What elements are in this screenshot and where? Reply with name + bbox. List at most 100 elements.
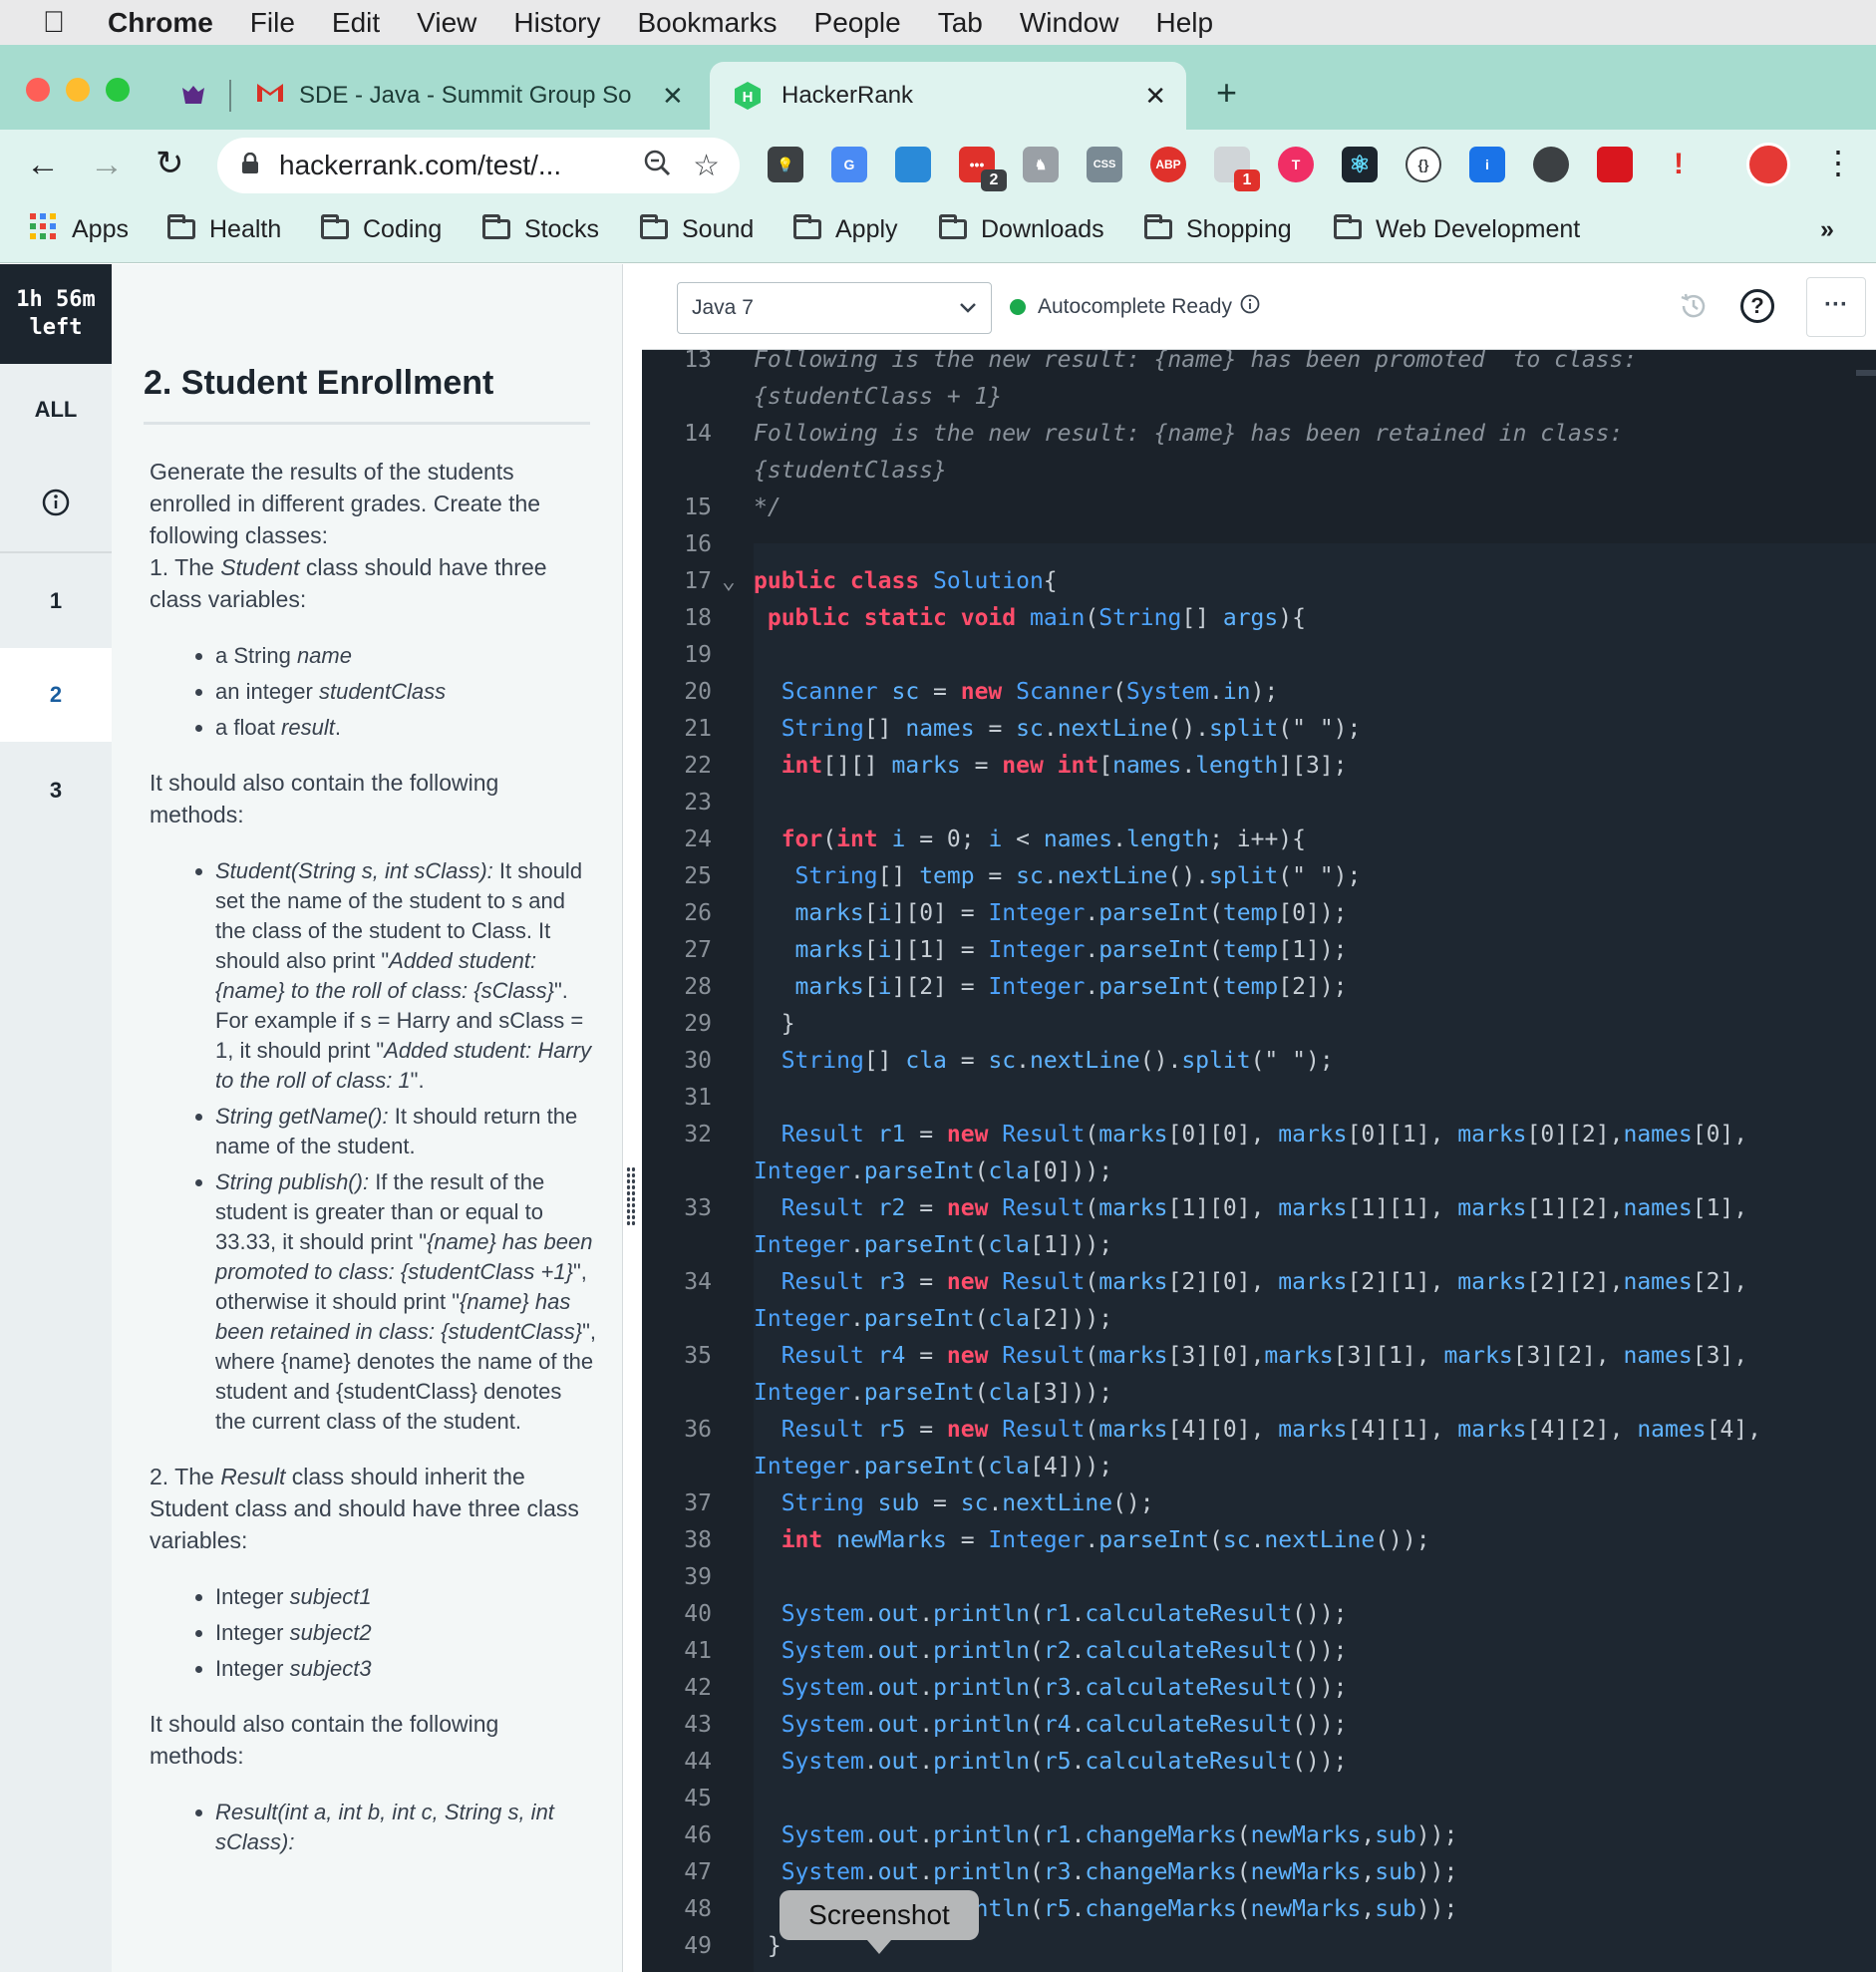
lightbulb-extension-icon[interactable]: 💡 [768, 147, 803, 182]
pinned-tab-icon[interactable] [179, 82, 207, 110]
info-extension-icon[interactable]: i [1469, 147, 1505, 182]
panel-resizer[interactable] [622, 264, 642, 1972]
code-editor[interactable]: 13 Following is the new result: {name} ha… [642, 350, 1876, 1972]
history-icon[interactable] [1679, 291, 1709, 326]
code-line[interactable]: 38 int newMarks = Integer.parseInt(sc.ne… [642, 1522, 1876, 1559]
code-line[interactable]: 36 Result r5 = new Result(marks[4][0], m… [642, 1412, 1876, 1449]
code-line[interactable]: 16 [642, 526, 1876, 563]
ublock-extension-icon[interactable] [1597, 147, 1633, 182]
nav-question-2[interactable]: 2 [0, 648, 112, 742]
window-extension-icon[interactable] [895, 147, 931, 182]
code-line[interactable]: Integer.parseInt(cla[0])); [642, 1153, 1876, 1190]
bookmark-folder-stocks[interactable]: Stocks [482, 213, 599, 245]
bookmark-apps[interactable]: Apps [30, 212, 129, 245]
code-line[interactable]: 27 marks[i][1] = Integer.parseInt(temp[1… [642, 932, 1876, 969]
tab-gmail[interactable]: SDE - Java - Summit Group So ✕ [239, 62, 698, 130]
menu-edit[interactable]: Edit [332, 7, 380, 39]
code-line[interactable]: 45 [642, 1781, 1876, 1817]
bookmark-star-icon[interactable]: ☆ [693, 149, 720, 183]
code-line[interactable]: 37 String sub = sc.nextLine(); [642, 1485, 1876, 1522]
code-line[interactable]: 24 for(int i = 0; i < names.length; i++)… [642, 822, 1876, 858]
nav-info-icon[interactable] [0, 489, 112, 522]
person-extension-icon[interactable]: ♞ [1023, 147, 1059, 182]
address-bar[interactable]: hackerrank.com/test/... ☆ [217, 138, 740, 193]
css-extension-icon[interactable]: CSS [1087, 147, 1122, 182]
menu-people[interactable]: People [814, 7, 901, 39]
code-line[interactable]: 20 Scanner sc = new Scanner(System.in); [642, 674, 1876, 711]
close-window-button[interactable] [26, 78, 50, 102]
json-extension-icon[interactable]: {} [1406, 147, 1441, 182]
fold-chevron-icon[interactable]: ⌄ [722, 563, 736, 600]
bookmark-folder-web-development[interactable]: Web Development [1334, 213, 1580, 245]
menu-bookmarks[interactable]: Bookmarks [637, 7, 777, 39]
code-line[interactable]: 34 Result r3 = new Result(marks[2][0], m… [642, 1264, 1876, 1301]
url-text[interactable]: hackerrank.com/test/... [279, 150, 643, 181]
menu-window[interactable]: Window [1020, 7, 1119, 39]
code-line[interactable]: 40 System.out.println(r1.calculateResult… [642, 1596, 1876, 1633]
code-line[interactable]: 46 System.out.println(r1.changeMarks(new… [642, 1817, 1876, 1854]
code-line[interactable]: 30 String[] cla = sc.nextLine().split(" … [642, 1043, 1876, 1080]
code-line[interactable]: 50} [642, 1965, 1876, 1972]
forward-button[interactable]: → [90, 146, 124, 184]
bookmark-folder-shopping[interactable]: Shopping [1144, 213, 1292, 245]
code-line[interactable]: {studentClass + 1} [642, 379, 1876, 416]
menu-file[interactable]: File [250, 7, 295, 39]
profile-avatar[interactable] [1746, 143, 1790, 186]
resize-grip-icon[interactable] [626, 1166, 636, 1226]
nav-question-1[interactable]: 1 [0, 588, 112, 614]
code-line[interactable]: 42 System.out.println(r3.calculateResult… [642, 1670, 1876, 1707]
code-line[interactable]: 32 Result r1 = new Result(marks[0][0], m… [642, 1117, 1876, 1153]
code-line[interactable]: 33 Result r2 = new Result(marks[1][0], m… [642, 1190, 1876, 1227]
language-select[interactable]: Java 7 [677, 282, 992, 334]
code-line[interactable]: Integer.parseInt(cla[3])); [642, 1375, 1876, 1412]
reload-button[interactable]: ↻ [156, 144, 184, 183]
bookmark-folder-apply[interactable]: Apply [793, 213, 898, 245]
alert-extension-icon[interactable]: ! [1661, 147, 1697, 182]
menu-app-chrome[interactable]: Chrome [108, 7, 213, 39]
code-line[interactable]: 23 [642, 785, 1876, 822]
bookmark-folder-downloads[interactable]: Downloads [939, 213, 1104, 245]
nav-question-3[interactable]: 3 [0, 778, 112, 804]
code-line[interactable]: 22 int[][] marks = new int[names.length]… [642, 748, 1876, 785]
code-line[interactable]: Integer.parseInt(cla[4])); [642, 1449, 1876, 1485]
close-tab-icon[interactable]: ✕ [1144, 81, 1166, 112]
code-line[interactable]: 18 public static void main(String[] args… [642, 600, 1876, 637]
lock-icon[interactable] [241, 150, 259, 181]
bookmark-folder-coding[interactable]: Coding [321, 213, 442, 245]
info-icon[interactable] [1240, 294, 1260, 320]
bookmark-folder-sound[interactable]: Sound [640, 213, 754, 245]
code-line[interactable]: 17 ⌄ public class Solution{ [642, 563, 1876, 600]
google-translate-extension-icon[interactable]: G [831, 147, 867, 182]
adblock-extension-icon[interactable]: ABP [1150, 147, 1186, 182]
back-button[interactable]: ← [26, 146, 60, 184]
minimize-window-button[interactable] [66, 78, 90, 102]
code-line[interactable]: {studentClass} [642, 453, 1876, 490]
code-line[interactable]: 25 String[] temp = sc.nextLine().split("… [642, 858, 1876, 895]
code-line[interactable]: 14 Following is the new result: {name} ha… [642, 416, 1876, 453]
code-line[interactable]: 13 Following is the new result: {name} ha… [642, 350, 1876, 379]
code-line[interactable]: 44 System.out.println(r5.calculateResult… [642, 1744, 1876, 1781]
close-tab-icon[interactable]: ✕ [662, 81, 684, 112]
circle-extension-icon[interactable] [1533, 147, 1569, 182]
code-line[interactable]: 15 */ [642, 490, 1876, 526]
chrome-menu-icon[interactable]: ⋮ [1822, 144, 1854, 181]
code-line[interactable]: Integer.parseInt(cla[2])); [642, 1301, 1876, 1338]
code-line[interactable]: 35 Result r4 = new Result(marks[3][0],ma… [642, 1338, 1876, 1375]
code-line[interactable]: 43 System.out.println(r4.calculateResult… [642, 1707, 1876, 1744]
pink-extension-icon[interactable]: T [1278, 147, 1314, 182]
bookmarks-overflow-button[interactable]: » [1820, 213, 1834, 245]
menu-history[interactable]: History [513, 7, 600, 39]
zoom-window-button[interactable] [106, 78, 130, 102]
code-line[interactable]: 41 System.out.println(r2.calculateResult… [642, 1633, 1876, 1670]
help-button[interactable]: ? [1740, 289, 1774, 323]
zoom-icon[interactable] [643, 149, 671, 183]
code-line[interactable]: 26 marks[i][0] = Integer.parseInt(temp[0… [642, 895, 1876, 932]
nav-all[interactable]: ALL [0, 397, 112, 423]
menu-view[interactable]: View [417, 7, 476, 39]
apple-menu-icon[interactable]:  [0, 6, 108, 40]
more-options-button[interactable]: ··· [1806, 277, 1866, 337]
react-devtools-icon[interactable]: ⚛ [1342, 147, 1378, 182]
menu-tab[interactable]: Tab [938, 7, 983, 39]
code-line[interactable]: 21 String[] names = sc.nextLine().split(… [642, 711, 1876, 748]
code-line[interactable]: 39 [642, 1559, 1876, 1596]
